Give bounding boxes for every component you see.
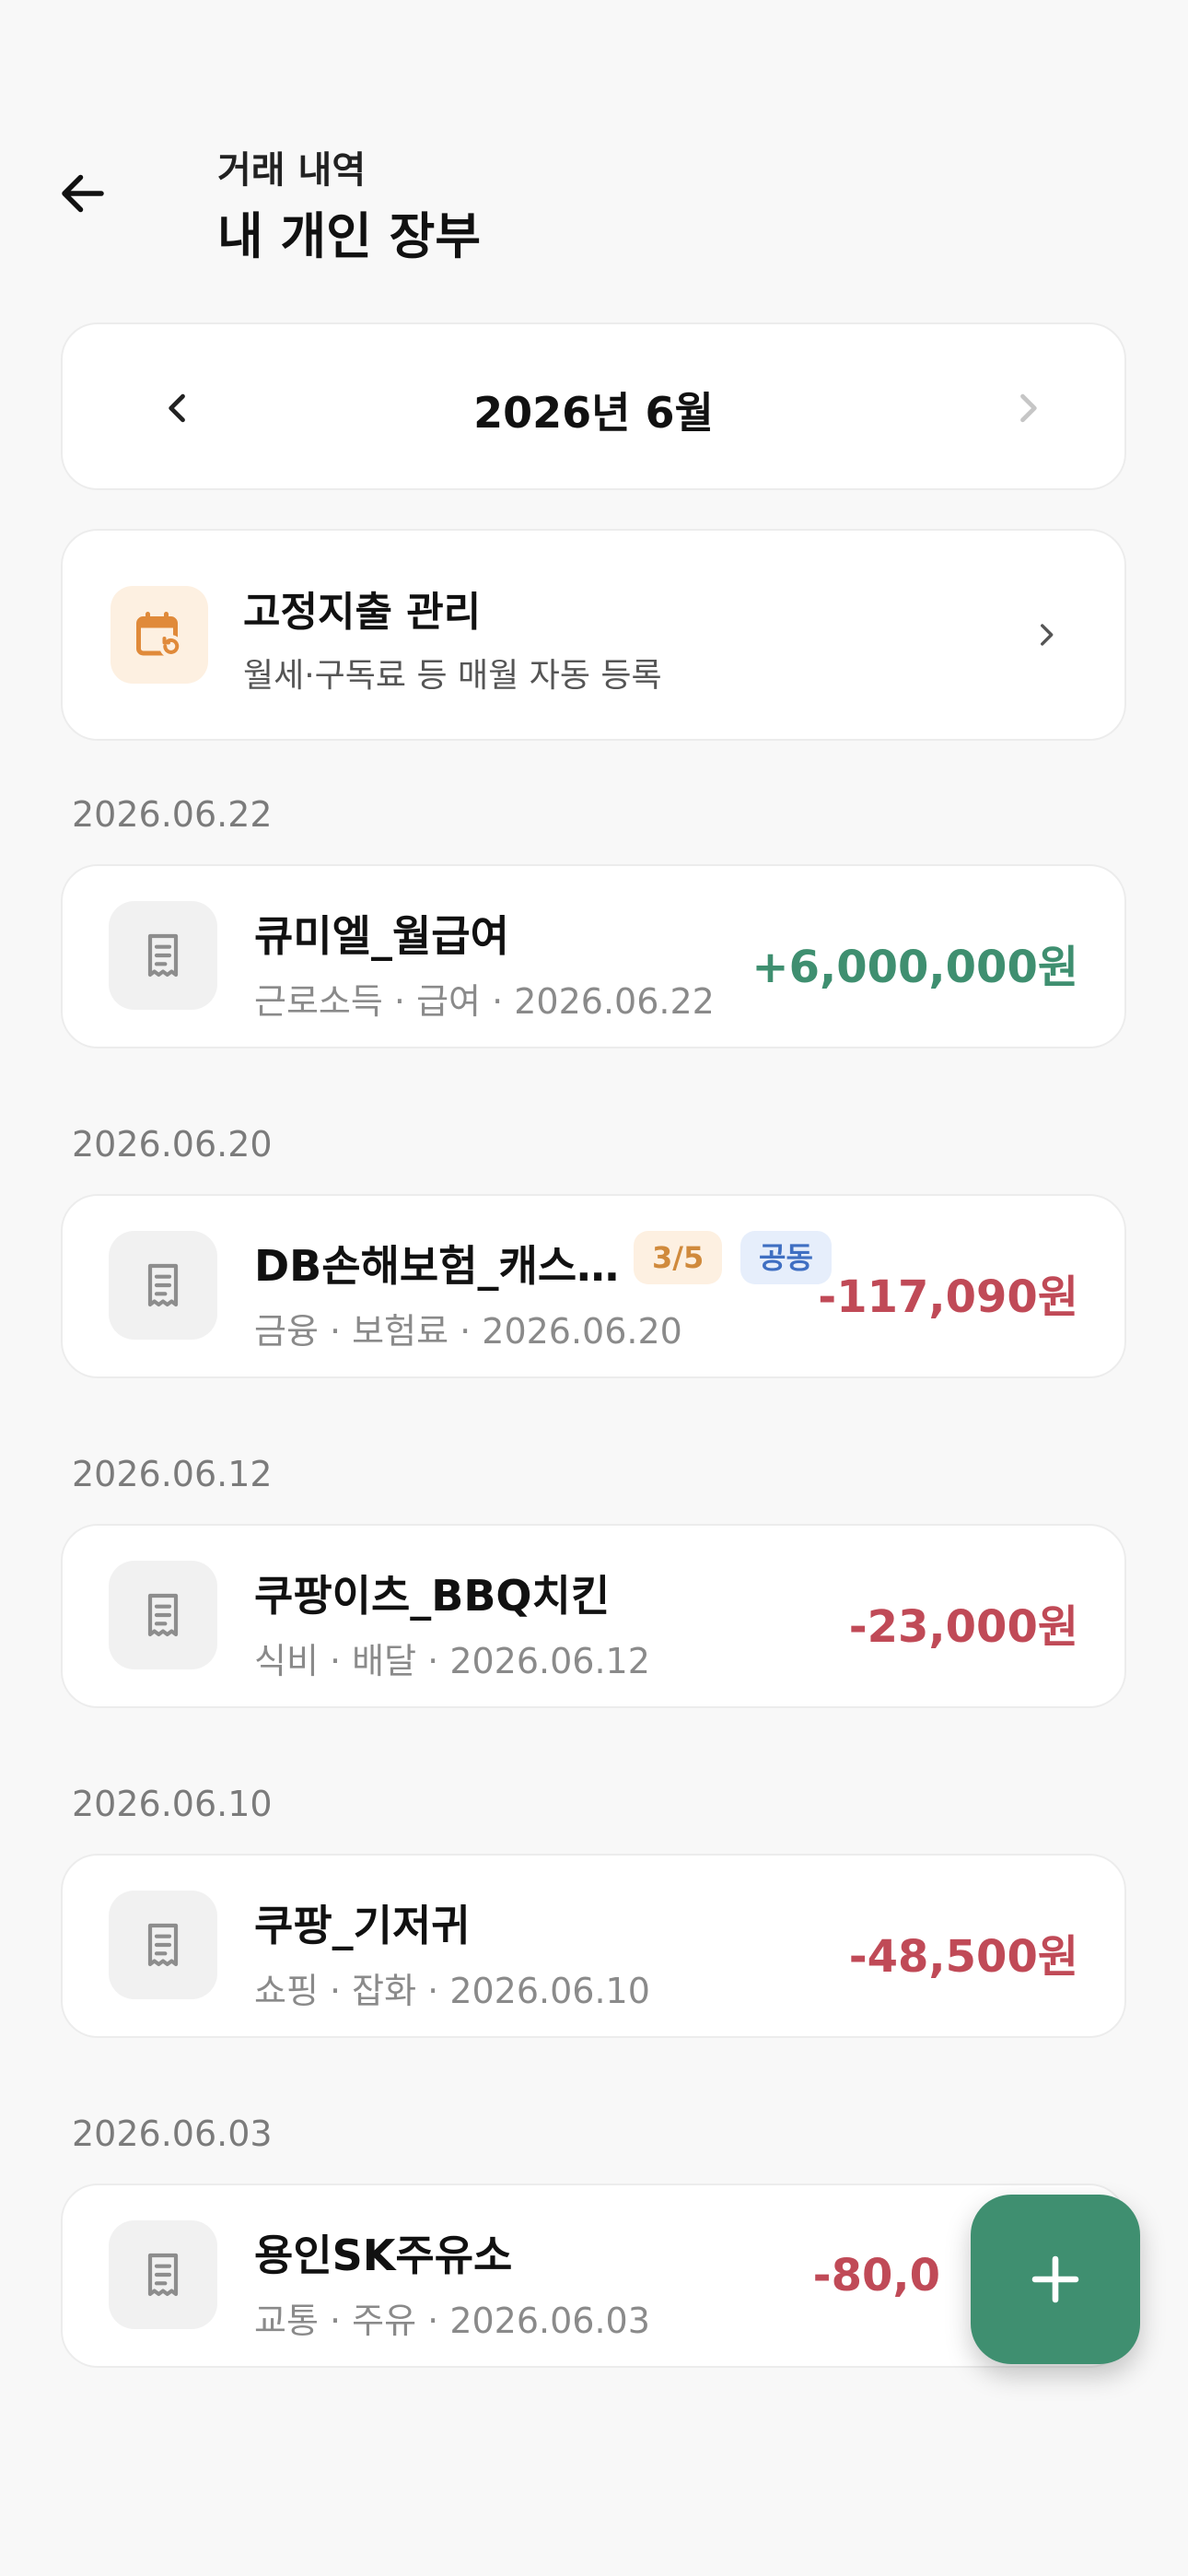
calendar-repeat-icon <box>136 612 182 658</box>
recurring-title: 고정지출 관리 <box>243 589 482 636</box>
transaction-item[interactable]: 쿠팡_기저귀 쇼핑 · 잡화 · 2026.06.10 -48,500원 <box>61 1854 1126 2038</box>
next-month-button[interactable] <box>986 367 1069 450</box>
transaction-name: 쿠팡이츠_BBQ치킨 <box>254 1571 611 1621</box>
back-button[interactable] <box>46 157 120 230</box>
header-subtitle: 거래 내역 <box>217 149 367 192</box>
recurring-description: 월세·구독료 등 매월 자동 등록 <box>243 657 662 695</box>
page-title: 내 개인 장부 <box>217 207 481 265</box>
chevron-right-icon <box>1023 612 1069 658</box>
chevron-right-icon <box>1020 393 1037 423</box>
transaction-amount: -117,090원 <box>818 1271 1078 1323</box>
receipt-icon <box>147 1263 179 1307</box>
arrow-left-icon <box>62 174 104 213</box>
transaction-amount: -80,0 <box>812 2250 940 2301</box>
date-group-label: 2026.06.10 <box>72 1784 273 1824</box>
receipt-icon <box>147 1593 179 1637</box>
receipt-icon <box>147 933 179 978</box>
transaction-meta: 금융 · 보험료 · 2026.06.20 <box>254 1311 682 1352</box>
receipt-icon-wrap <box>109 1891 217 1999</box>
transaction-name: 쿠팡_기저귀 <box>254 1901 471 1950</box>
receipt-icon-wrap <box>109 1561 217 1669</box>
transaction-name: 용인SK주유소 <box>254 2231 513 2280</box>
receipt-icon-wrap <box>109 1231 217 1340</box>
transaction-item[interactable]: 쿠팡이츠_BBQ치킨 식비 · 배달 · 2026.06.12 -23,000원 <box>61 1524 1126 1708</box>
transaction-item[interactable]: 용인SK주유소 교통 · 주유 · 2026.06.03 -80,0 <box>61 2184 1126 2368</box>
app-header: 거래 내역 내 개인 장부 <box>0 0 1188 295</box>
date-group-label: 2026.06.20 <box>72 1124 273 1165</box>
recurring-icon-wrap <box>111 586 208 684</box>
receipt-icon-wrap <box>109 2220 217 2329</box>
transaction-meta: 쇼핑 · 잡화 · 2026.06.10 <box>254 1971 650 2011</box>
transaction-name: DB손해보험_캐스… <box>254 1241 620 1291</box>
installment-badge: 3/5 <box>634 1231 723 1284</box>
receipt-icon <box>147 1923 179 1967</box>
transaction-name: 큐미엘_월급여 <box>254 911 509 961</box>
date-group-label: 2026.06.22 <box>72 794 273 835</box>
transaction-meta: 근로소득 · 급여 · 2026.06.22 <box>254 981 715 1022</box>
receipt-icon <box>147 2253 179 2297</box>
transaction-amount: +6,000,000원 <box>751 942 1078 993</box>
transaction-meta: 교통 · 주유 · 2026.06.03 <box>254 2301 650 2341</box>
date-group-label: 2026.06.03 <box>72 2113 273 2154</box>
date-group-label: 2026.06.12 <box>72 1454 273 1494</box>
month-navigator: 2026년 6월 <box>61 322 1126 490</box>
transaction-item[interactable]: DB손해보험_캐스… 3/5 공동 금융 · 보험료 · 2026.06.20 … <box>61 1194 1126 1378</box>
transaction-meta: 식비 · 배달 · 2026.06.12 <box>254 1641 650 1681</box>
recurring-expenses-card[interactable]: 고정지출 관리 월세·구독료 등 매월 자동 등록 <box>61 529 1126 741</box>
current-month-label: 2026년 6월 <box>473 388 714 438</box>
transaction-amount: -48,500원 <box>848 1931 1078 1983</box>
transaction-item[interactable]: 큐미엘_월급여 근로소득 · 급여 · 2026.06.22 +6,000,00… <box>61 864 1126 1048</box>
receipt-icon-wrap <box>109 901 217 1010</box>
transaction-amount: -23,000원 <box>848 1601 1078 1653</box>
plus-icon <box>1031 2255 1079 2303</box>
add-transaction-button[interactable] <box>971 2195 1140 2364</box>
